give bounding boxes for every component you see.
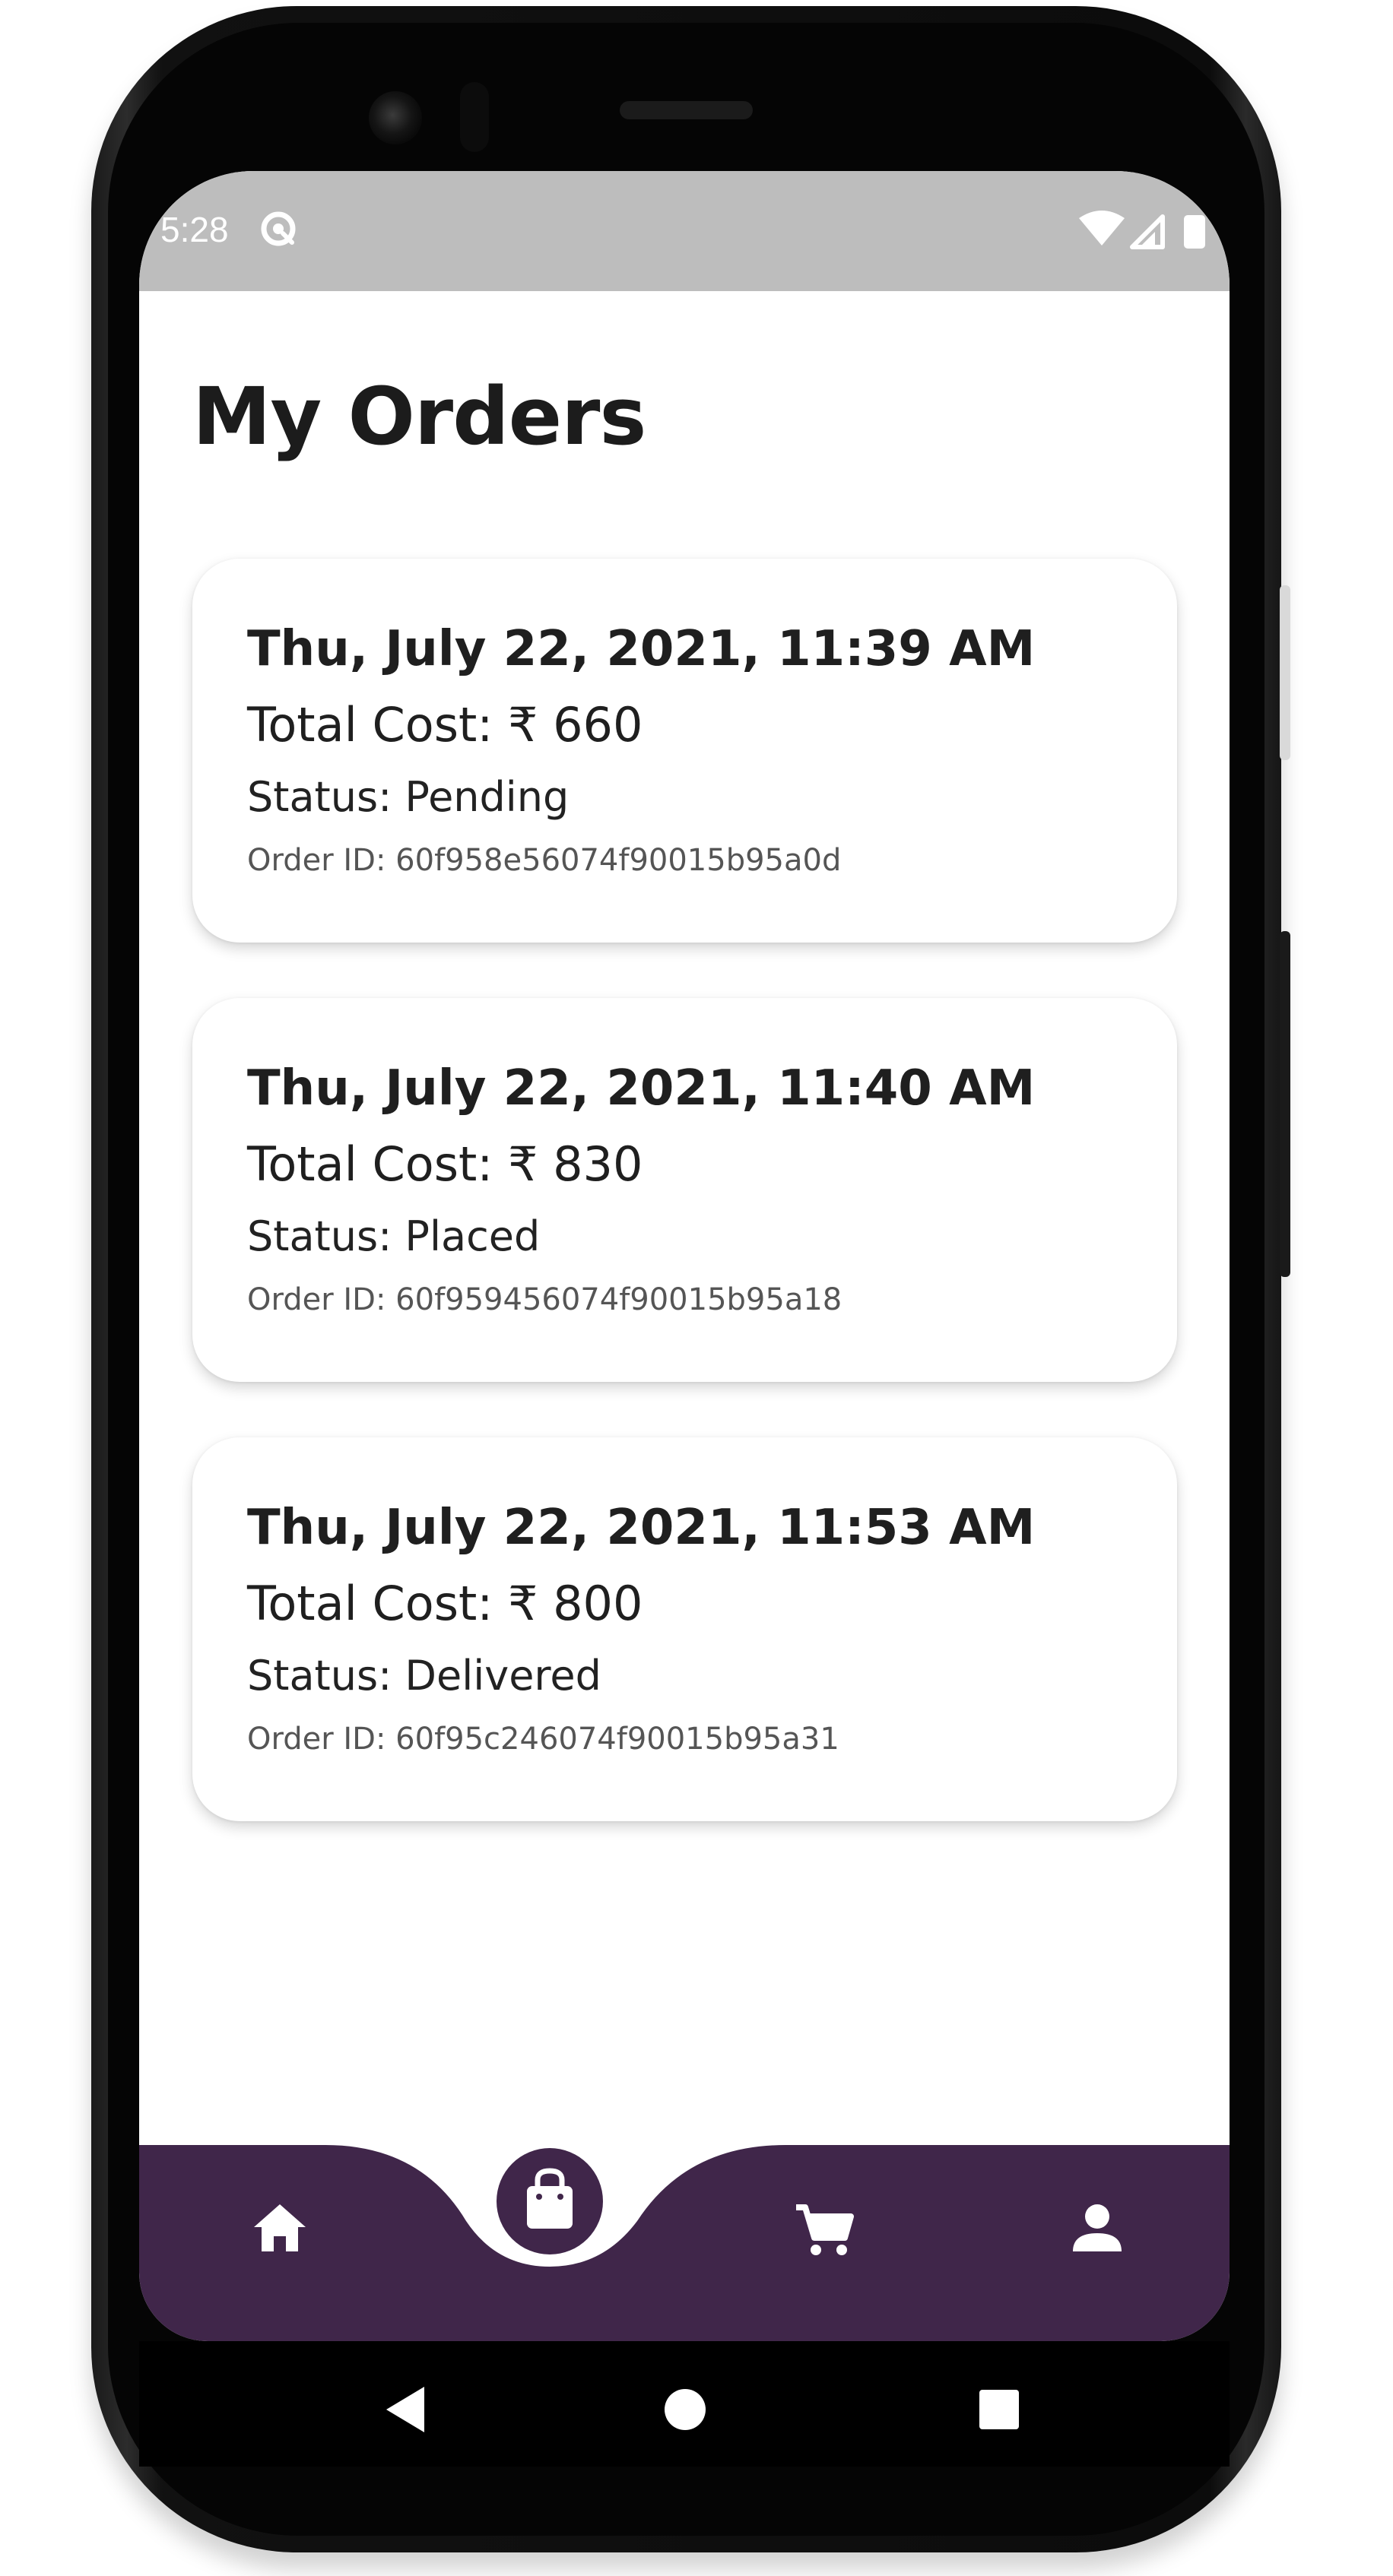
order-status: Status: Placed (247, 1212, 541, 1260)
page-title: My Orders (192, 370, 646, 463)
system-navigation-bar (139, 2341, 1230, 2467)
home-circle-icon[interactable] (665, 2389, 706, 2430)
volume-button (1280, 585, 1290, 760)
nav-orders-button[interactable] (497, 2148, 603, 2254)
order-total-cost: Total Cost: ₹ 830 (247, 1136, 643, 1192)
bottom-navigation-bar (139, 2145, 1230, 2341)
wifi-icon (1079, 211, 1125, 246)
nav-home-button[interactable] (242, 2191, 318, 2267)
order-card[interactable]: Thu, July 22, 2021, 11:39 AM Total Cost:… (192, 559, 1177, 943)
order-id: Order ID: 60f958e56074f90015b95a0d (247, 843, 842, 878)
order-card[interactable]: Thu, July 22, 2021, 11:40 AM Total Cost:… (192, 998, 1177, 1382)
signal-icon (1130, 214, 1165, 249)
shopping-bag-icon (527, 2168, 573, 2229)
order-id: Order ID: 60f959456074f90015b95a18 (247, 1282, 842, 1317)
front-camera-icon (369, 91, 422, 144)
recents-icon[interactable] (979, 2390, 1019, 2429)
sensor-icon (460, 82, 489, 152)
order-date: Thu, July 22, 2021, 11:40 AM (247, 1060, 1036, 1117)
earpiece-speaker (620, 101, 753, 119)
nav-profile-button[interactable] (1059, 2191, 1135, 2267)
order-total-cost: Total Cost: ₹ 800 (247, 1576, 643, 1631)
nav-cart-button[interactable] (785, 2191, 862, 2267)
status-time: 5:28 (160, 210, 229, 249)
status-bar: 5:28 (139, 171, 1230, 291)
order-status: Status: Delivered (247, 1652, 601, 1700)
order-date: Thu, July 22, 2021, 11:53 AM (247, 1500, 1036, 1556)
sync-notification-icon (261, 211, 296, 246)
power-button (1280, 931, 1290, 1277)
cart-icon (796, 2204, 854, 2255)
home-icon (254, 2204, 306, 2251)
back-icon[interactable] (386, 2387, 424, 2432)
status-indicators (1079, 211, 1205, 249)
order-id: Order ID: 60f95c246074f90015b95a31 (247, 1722, 839, 1757)
system-nav-buttons (386, 2387, 1019, 2432)
order-card[interactable]: Thu, July 22, 2021, 11:53 AM Total Cost:… (192, 1437, 1177, 1821)
battery-icon (1184, 215, 1205, 249)
order-total-cost: Total Cost: ₹ 660 (247, 697, 643, 753)
order-status: Status: Pending (247, 773, 570, 821)
page-stage: 5:28 My Orders Thu, July 22, 2021, 11:39… (0, 0, 1393, 2576)
order-date: Thu, July 22, 2021, 11:39 AM (247, 621, 1036, 677)
person-icon (1073, 2204, 1122, 2251)
app-screen: 5:28 My Orders Thu, July 22, 2021, 11:39… (139, 171, 1230, 2341)
